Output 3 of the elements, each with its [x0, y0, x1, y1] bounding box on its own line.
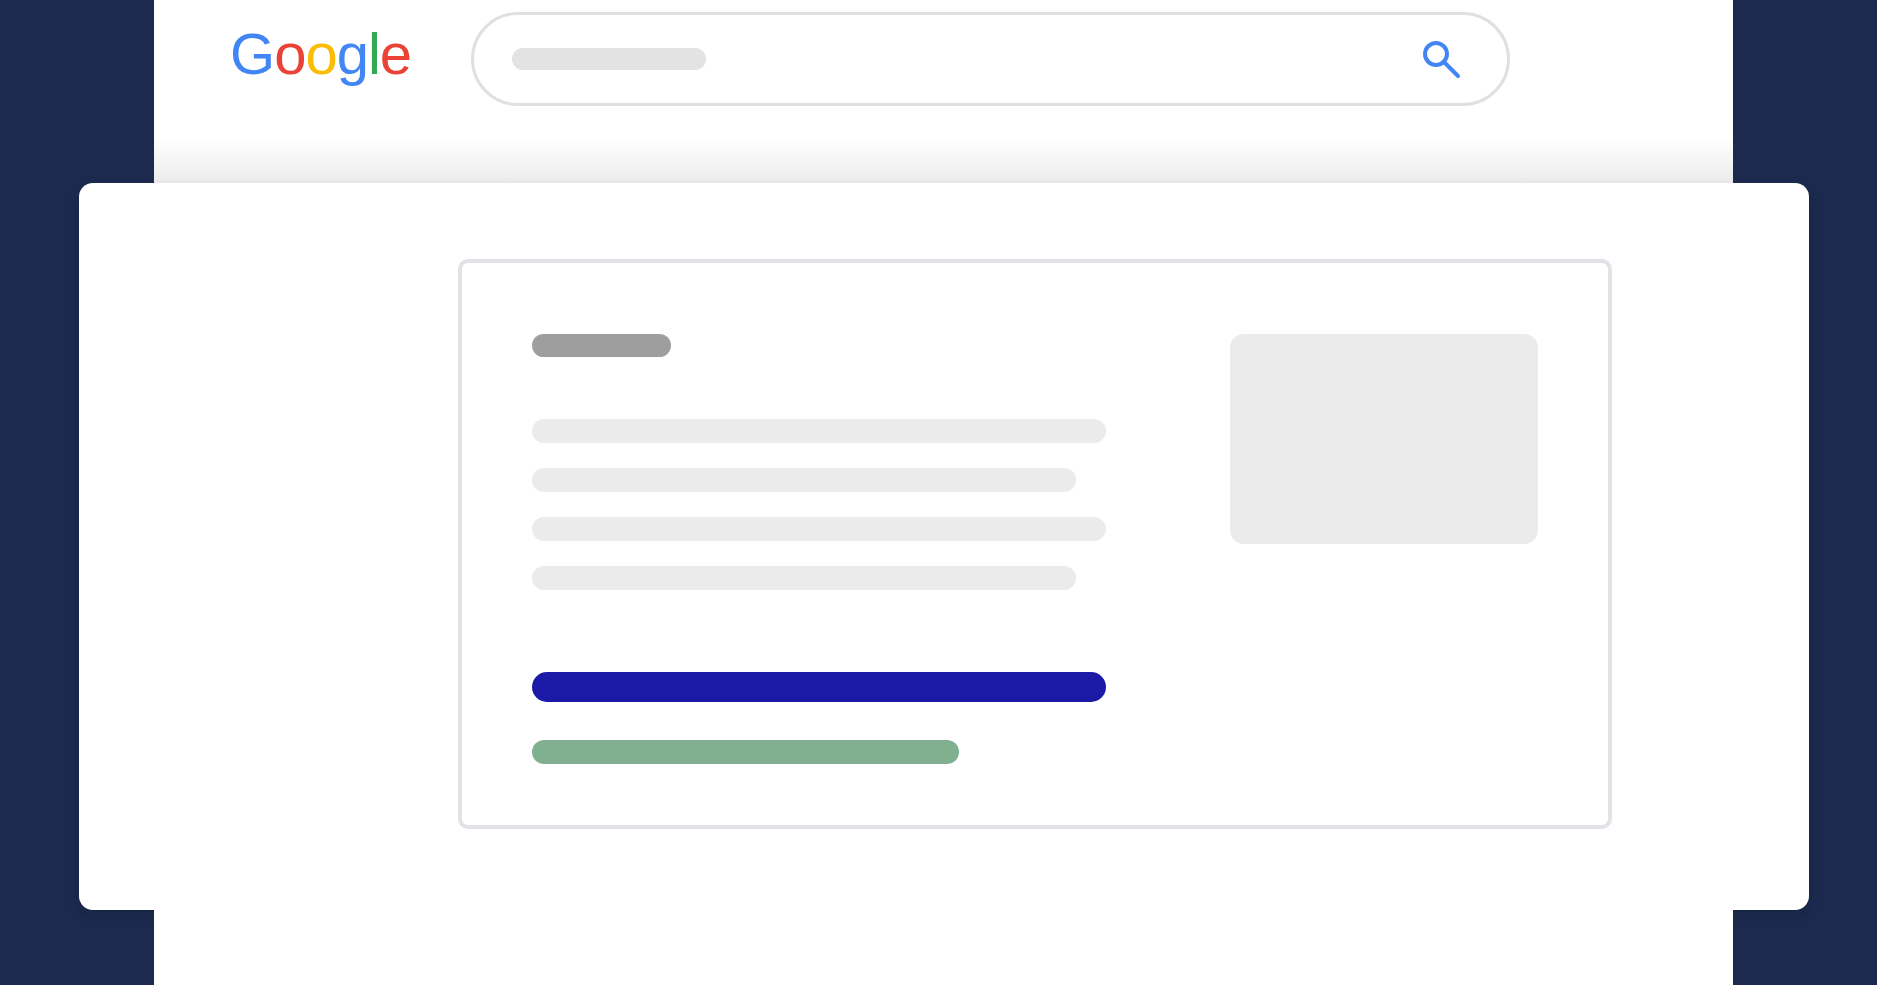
search-icon[interactable]	[1421, 39, 1462, 79]
logo[interactable]: Google	[230, 22, 412, 86]
search-field[interactable]	[471, 12, 1511, 106]
